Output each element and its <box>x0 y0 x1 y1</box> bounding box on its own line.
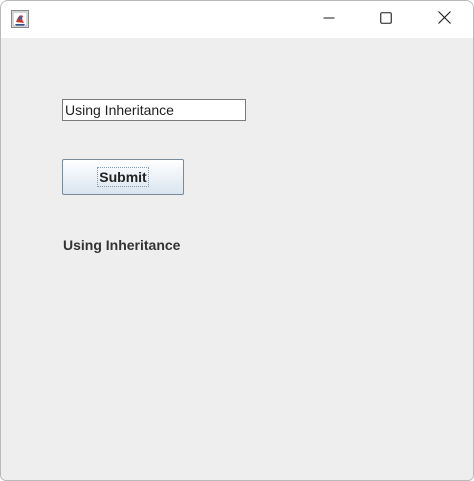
maximize-button[interactable] <box>358 1 414 38</box>
submit-button-label: Submit <box>97 167 149 187</box>
text-input[interactable] <box>62 99 246 121</box>
close-icon <box>437 10 451 29</box>
content-panel: Submit Using Inheritance <box>1 38 473 480</box>
maximize-icon <box>380 11 392 29</box>
close-button[interactable] <box>416 1 472 38</box>
minimize-button[interactable] <box>301 1 357 38</box>
submit-button[interactable]: Submit <box>62 159 184 195</box>
title-bar[interactable] <box>1 1 473 38</box>
java-app-icon[interactable] <box>11 10 29 28</box>
minimize-icon <box>323 11 335 29</box>
app-window: Submit Using Inheritance <box>0 0 474 481</box>
result-label: Using Inheritance <box>63 237 181 253</box>
